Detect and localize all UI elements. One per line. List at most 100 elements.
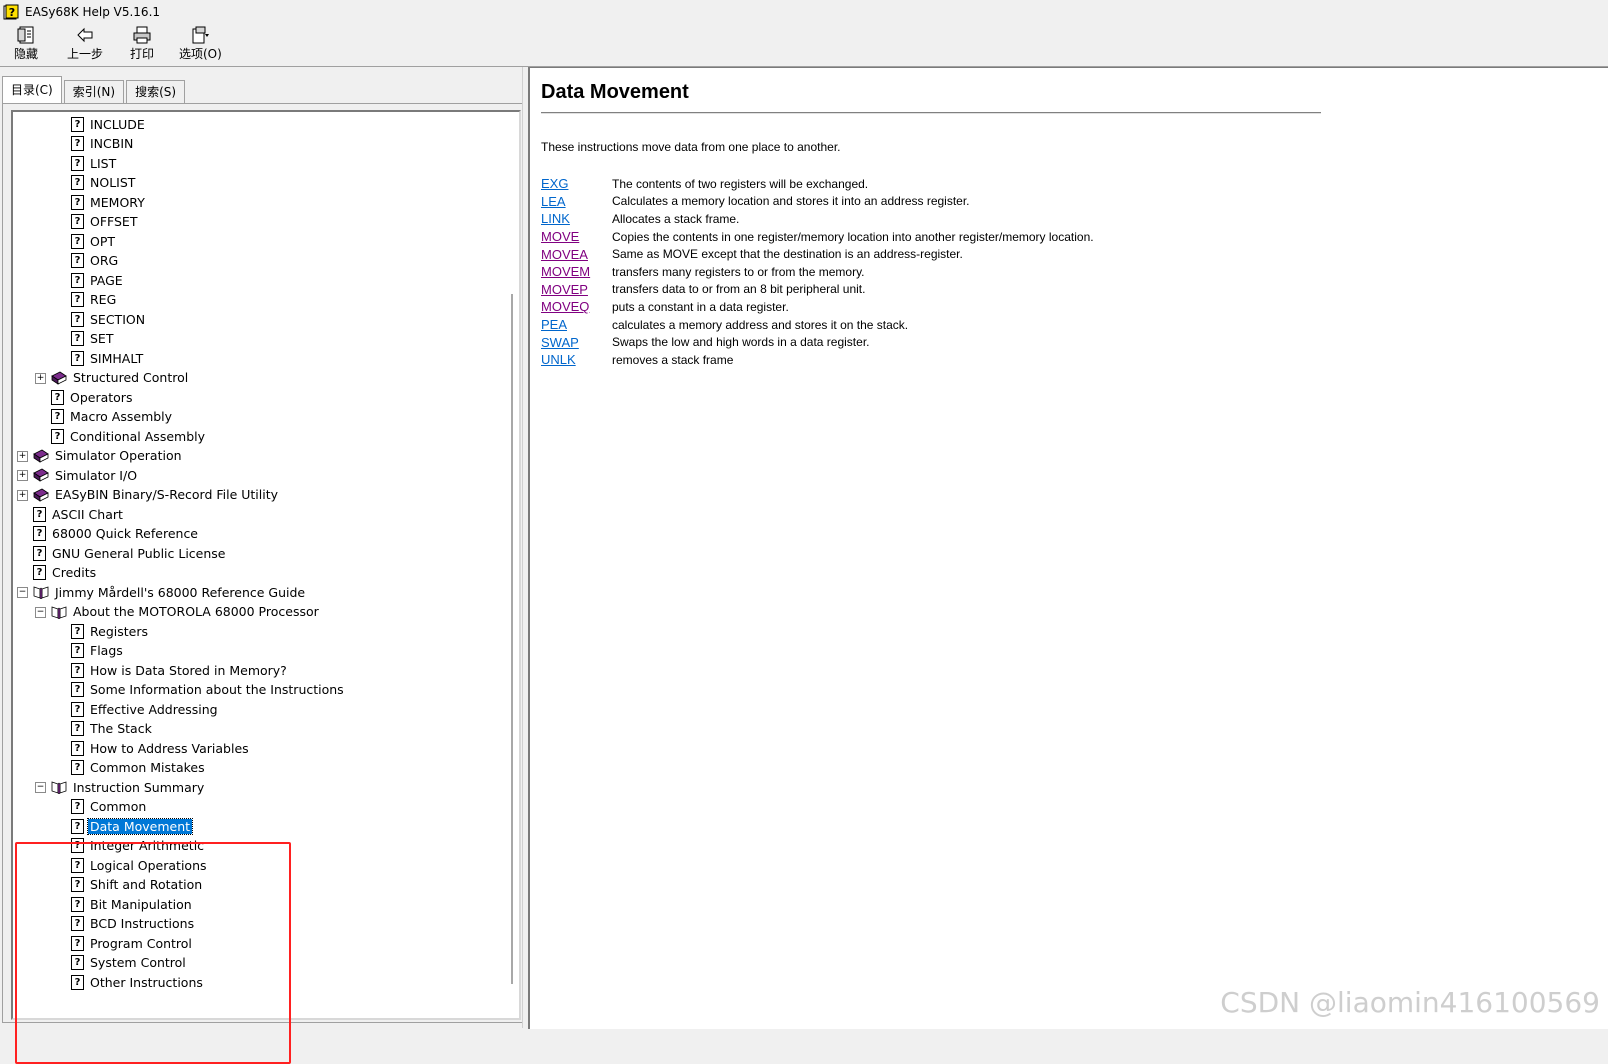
instruction-link[interactable]: MOVEQ [541,299,589,314]
help-page-icon: ? [33,565,46,580]
instruction-name-cell: UNLK [541,351,612,369]
instruction-link[interactable]: MOVEA [541,247,588,262]
tree-item[interactable]: ? Data Movement [71,816,194,836]
back-button[interactable]: 上一步 [67,26,103,64]
instruction-description: puts a constant in a data register. [612,299,789,314]
print-button[interactable]: 打印 [130,26,154,64]
help-page-icon: ? [71,233,84,249]
instruction-row: PEA calculates a memory address and store… [541,316,1094,334]
tree-item[interactable]: ? How is Data Stored in Memory? [71,660,289,680]
tree-item[interactable]: About the MOTOROLA 68000 Processor [51,602,321,622]
tree-item[interactable]: ? LIST [71,153,118,173]
contents-tree: ? INCLUDE? INCBIN? LIST? NOLIST? MEMORY? OFFSE… [13,112,503,1018]
window-title: EASy68K Help V5.16.1 [25,5,161,19]
instruction-description: Same as MOVE except that the destination… [612,247,963,262]
instruction-link[interactable]: MOVEM [541,264,590,279]
tab-index[interactable]: 索引(N) [63,80,125,103]
tab-contents[interactable]: 目录(C) [2,76,62,103]
contents-tab-body: ? INCLUDE? INCBIN? LIST? NOLIST? MEMORY? OFFSE… [2,103,526,1023]
tree-item-label: 68000 Quick Reference [52,526,199,541]
tree-item[interactable]: Simulator Operation [33,446,184,466]
tree-item[interactable]: ? SECTION [71,309,147,329]
instruction-link[interactable]: EXG [541,176,568,191]
tree-item[interactable]: ? Macro Assembly [51,407,174,427]
tree-item[interactable]: ? SET [71,329,115,349]
tree-item[interactable]: ? How to Address Variables [71,738,251,758]
instruction-description: transfers many registers to or from the … [612,264,865,279]
title-bar: ? EASy68K Help V5.16.1 [0,0,1608,24]
instruction-name-cell: EXG [541,175,612,193]
printer-icon [133,26,151,44]
tree-item-label: INCLUDE [90,116,145,132]
tree-item-label: REG [90,292,117,307]
tree-expander-plus[interactable]: + [35,372,46,384]
tree-item[interactable]: ? INCLUDE [71,114,147,134]
tree-expander-plus[interactable]: + [17,450,28,462]
tree-expander-minus[interactable]: − [17,587,28,598]
tree-item[interactable]: ? Flags [71,641,125,661]
tree-scrollbar[interactable] [505,112,519,1018]
tree-item[interactable]: ? 68000 Quick Reference [33,524,200,544]
tree-expander-plus[interactable]: + [17,470,28,481]
tree-item[interactable]: ? SIMHALT [71,348,145,368]
tree-item[interactable]: Jimmy Mårdell's 68000 Reference Guide [33,582,307,602]
options-button[interactable]: 选项(O) [179,26,222,64]
tree-item[interactable]: ? Conditional Assembly [51,426,207,446]
tree-expander-minus[interactable]: − [35,606,46,618]
contents-tree-frame: ? INCLUDE? INCBIN? LIST? NOLIST? MEMORY? OFFSE… [11,110,521,1020]
instruction-link[interactable]: UNLK [541,352,576,367]
tree-item-label: ASCII Chart [52,506,123,522]
tree-item-label: System Control [90,955,186,970]
tree-item[interactable]: ? INCBIN [71,134,135,154]
tree-item[interactable]: ? The Stack [71,719,154,739]
tree-expander-minus[interactable]: − [35,782,46,793]
tree-item[interactable]: ? ORG [71,251,120,271]
tree-item[interactable]: ? GNU General Public License [33,543,228,563]
tree-item[interactable]: Instruction Summary [51,777,206,797]
instruction-link[interactable]: LINK [541,211,570,226]
instruction-row: LINK Allocates a stack frame. [541,210,1094,228]
tree-item[interactable]: ? Integer Arithmetic [71,836,206,856]
tree-item[interactable]: ? Common Mistakes [71,758,207,778]
tree-item[interactable]: Structured Control [51,368,190,388]
tree-item[interactable]: ? Some Information about the Instructions [71,680,346,700]
tree-item[interactable]: ? Shift and Rotation [71,875,204,895]
help-page-icon: ? [71,662,84,678]
instruction-link[interactable]: MOVE [541,229,579,244]
tree-item[interactable]: ? Program Control [71,933,194,953]
tree-item[interactable]: ? Effective Addressing [71,699,220,719]
tree-item[interactable]: ? NOLIST [71,173,137,193]
hide-button[interactable]: 隐藏 [14,26,38,64]
tree-item[interactable]: ? OPT [71,231,117,251]
tree-item-label: Credits [52,565,97,580]
tree-item[interactable]: ? Logical Operations [71,855,209,875]
tree-scrollbar-thumb[interactable] [511,294,513,984]
tree-item[interactable]: ? OFFSET [71,212,139,232]
tree-expander-plus[interactable]: + [17,489,28,501]
tree-item[interactable]: ? System Control [71,953,188,973]
tree-item[interactable]: ? BCD Instructions [71,914,196,934]
tree-item[interactable]: ? Credits [33,563,98,583]
tree-item[interactable]: ? Registers [71,621,150,641]
instruction-link[interactable]: LEA [541,194,566,209]
tree-item[interactable]: Simulator I/O [33,465,139,485]
tree-item[interactable]: ? Operators [51,387,134,407]
tree-item[interactable]: ? REG [71,290,118,310]
instruction-description: The contents of two registers will be ex… [612,176,869,191]
closed-book-icon [51,371,67,385]
instruction-description: Calculates a memory location and stores … [612,194,970,209]
tree-item[interactable]: ? MEMORY [71,192,147,212]
tree-item[interactable]: EASyBIN Binary/S-Record File Utility [33,485,280,505]
tree-item[interactable]: ? Other Instructions [71,972,205,992]
instruction-link[interactable]: MOVEP [541,282,588,297]
help-app-icon: ? [3,4,19,20]
instruction-link[interactable]: SWAP [541,335,579,350]
tree-item[interactable]: ? Common [71,797,148,817]
instruction-link[interactable]: PEA [541,317,567,332]
tree-item[interactable]: ? PAGE [71,270,125,290]
tree-item[interactable]: ? Bit Manipulation [71,894,194,914]
help-page-icon: ? [71,799,84,814]
tree-item-label: Bit Manipulation [90,896,192,912]
tab-search[interactable]: 搜索(S) [126,80,186,103]
tree-item[interactable]: ? ASCII Chart [33,504,125,524]
